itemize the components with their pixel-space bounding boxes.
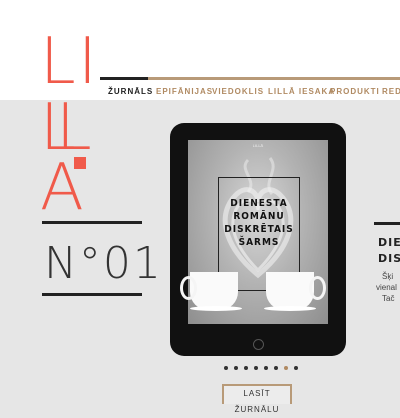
nav-item-redakcija[interactable]: REDA [382,87,400,96]
saucer-left [190,306,242,311]
carousel-dot-3[interactable] [244,366,248,370]
saucer-right [264,306,316,311]
main-nav: ŽURNĀLS EPIFĀNIJAS VIEDOKLIS LILLĀ IESAK… [100,87,400,101]
read-magazine-button[interactable]: LASĪT ŽURNĀLU [222,384,292,414]
issue-divider-top [42,221,142,224]
nav-item-lilla-iesaka[interactable]: LILLĀ IESAKA [268,87,335,96]
nav-item-zurnals[interactable]: ŽURNĀLS [108,87,153,96]
issue-number: N°01 [44,238,163,289]
logo-letter-l1: L [40,25,76,99]
tablet-home-button [253,339,264,350]
cover-header: LILLĀ [252,143,264,148]
cover-title-line-3: DISKRĒTAIS [224,224,294,235]
cover-title-line-4: ŠARMS [238,237,280,248]
issue-divider-bottom [42,293,142,296]
coffee-cup-right [266,272,314,310]
side-article-text-3: Tač [382,294,395,303]
side-article-divider [374,222,400,225]
logo-dot [74,157,86,169]
nav-underline [148,77,400,80]
cover-title-line-1: DIENESTA [230,198,288,209]
side-article-text-1: Šķi [382,272,394,281]
carousel-dot-1[interactable] [224,366,228,370]
carousel-dot-5[interactable] [264,366,268,370]
logo-letter-i: I [78,25,97,99]
nav-item-viedoklis[interactable]: VIEDOKLIS [212,87,264,96]
side-article-title-2[interactable]: DIS [378,252,400,265]
cup-handle-left [180,276,197,300]
cover-title-line-2: ROMĀNU [233,211,285,222]
carousel-dot-6[interactable] [274,366,278,370]
side-article-title-1[interactable]: DIE [378,236,400,249]
side-article-text-2: vienal [376,283,397,292]
cup-handle-right [309,276,326,300]
nav-active-underline [100,77,148,80]
nav-item-epifanijas[interactable]: EPIFĀNIJAS [156,87,213,96]
coffee-cup-left [190,272,238,310]
carousel-dots [224,366,324,372]
nav-item-produkti[interactable]: PRODUKTI [330,87,380,96]
carousel-dot-2[interactable] [234,366,238,370]
carousel-dot-7-active[interactable] [284,366,288,370]
carousel-dot-8[interactable] [294,366,298,370]
carousel-dot-4[interactable] [254,366,258,370]
